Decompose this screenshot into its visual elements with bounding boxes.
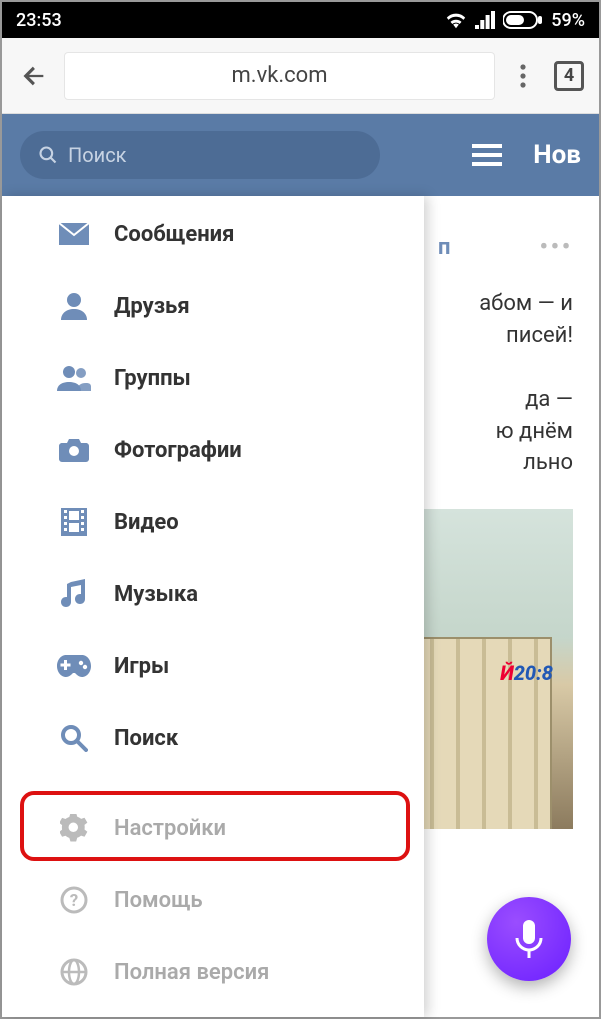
help-icon: ? bbox=[56, 882, 92, 918]
android-status-bar: 23:53 59% bbox=[2, 2, 599, 38]
person-icon bbox=[56, 288, 92, 324]
menu-item-groups[interactable]: Группы bbox=[2, 342, 424, 414]
url-text: m.vk.com bbox=[231, 63, 327, 88]
vk-header-title: Нов bbox=[533, 140, 581, 170]
menu-item-search[interactable]: Поиск bbox=[2, 702, 424, 774]
menu-item-logout[interactable]: Выход bbox=[2, 1008, 424, 1019]
browser-url-bar[interactable]: m.vk.com bbox=[64, 52, 495, 100]
music-icon bbox=[56, 576, 92, 612]
battery-percent: 59% bbox=[551, 10, 585, 31]
menu-label: Полная версия bbox=[114, 960, 269, 985]
menu-label: Поиск bbox=[114, 726, 178, 751]
status-indicators: 59% bbox=[445, 10, 585, 31]
menu-label: Друзья bbox=[114, 294, 190, 319]
menu-label: Фотографии bbox=[114, 438, 242, 463]
wifi-icon bbox=[445, 11, 467, 29]
photo-overlay-text: Й20:8 bbox=[500, 659, 553, 688]
menu-label: Видео bbox=[114, 510, 179, 535]
vk-search-input[interactable]: Поиск bbox=[20, 131, 380, 179]
vk-header: Поиск Нов bbox=[2, 114, 599, 196]
menu-label: Игры bbox=[114, 654, 169, 679]
voice-assistant-fab[interactable] bbox=[487, 897, 571, 981]
menu-item-full-version[interactable]: Полная версия bbox=[2, 936, 424, 1008]
battery-icon bbox=[503, 11, 543, 29]
menu-item-music[interactable]: Музыка bbox=[2, 558, 424, 630]
camera-icon bbox=[56, 432, 92, 468]
menu-item-settings[interactable]: Настройки bbox=[2, 792, 424, 864]
menu-label: Группы bbox=[114, 366, 191, 391]
menu-label: Настройки bbox=[114, 816, 226, 841]
hamburger-icon bbox=[472, 144, 502, 166]
search-icon bbox=[56, 720, 92, 756]
gear-icon bbox=[56, 810, 92, 846]
menu-item-games[interactable]: Игры bbox=[2, 630, 424, 702]
search-icon bbox=[38, 145, 58, 165]
arrow-left-icon bbox=[20, 62, 48, 90]
menu-item-photos[interactable]: Фотографии bbox=[2, 414, 424, 486]
feed-author-link[interactable]: п bbox=[438, 232, 450, 264]
sidebar-menu: Сообщения Друзья Группы Фотографии Видео… bbox=[2, 196, 424, 1017]
menu-label: Помощь bbox=[114, 888, 203, 913]
film-icon bbox=[56, 504, 92, 540]
globe-icon bbox=[56, 954, 92, 990]
microphone-icon bbox=[513, 918, 545, 960]
browser-toolbar: m.vk.com 4 bbox=[2, 38, 599, 114]
feed-post-more[interactable]: ••• bbox=[540, 232, 573, 264]
more-vertical-icon bbox=[520, 64, 526, 88]
menu-label: Сообщения bbox=[114, 222, 234, 247]
vk-menu-button[interactable] bbox=[469, 137, 505, 173]
status-time: 23:53 bbox=[16, 10, 62, 31]
browser-tabs-button[interactable]: 4 bbox=[551, 58, 587, 94]
svg-text:?: ? bbox=[70, 891, 78, 911]
menu-item-friends[interactable]: Друзья bbox=[2, 270, 424, 342]
menu-item-videos[interactable]: Видео bbox=[2, 486, 424, 558]
tab-count: 4 bbox=[564, 65, 574, 86]
search-placeholder: Поиск bbox=[68, 143, 127, 167]
menu-item-messages[interactable]: Сообщения bbox=[2, 198, 424, 270]
people-icon bbox=[56, 360, 92, 396]
menu-item-help[interactable]: ? Помощь bbox=[2, 864, 424, 936]
mail-icon bbox=[56, 216, 92, 252]
gamepad-icon bbox=[56, 648, 92, 684]
menu-label: Музыка bbox=[114, 582, 198, 607]
browser-more-button[interactable] bbox=[505, 58, 541, 94]
signal-icon bbox=[475, 11, 495, 29]
browser-back-button[interactable] bbox=[14, 56, 54, 96]
